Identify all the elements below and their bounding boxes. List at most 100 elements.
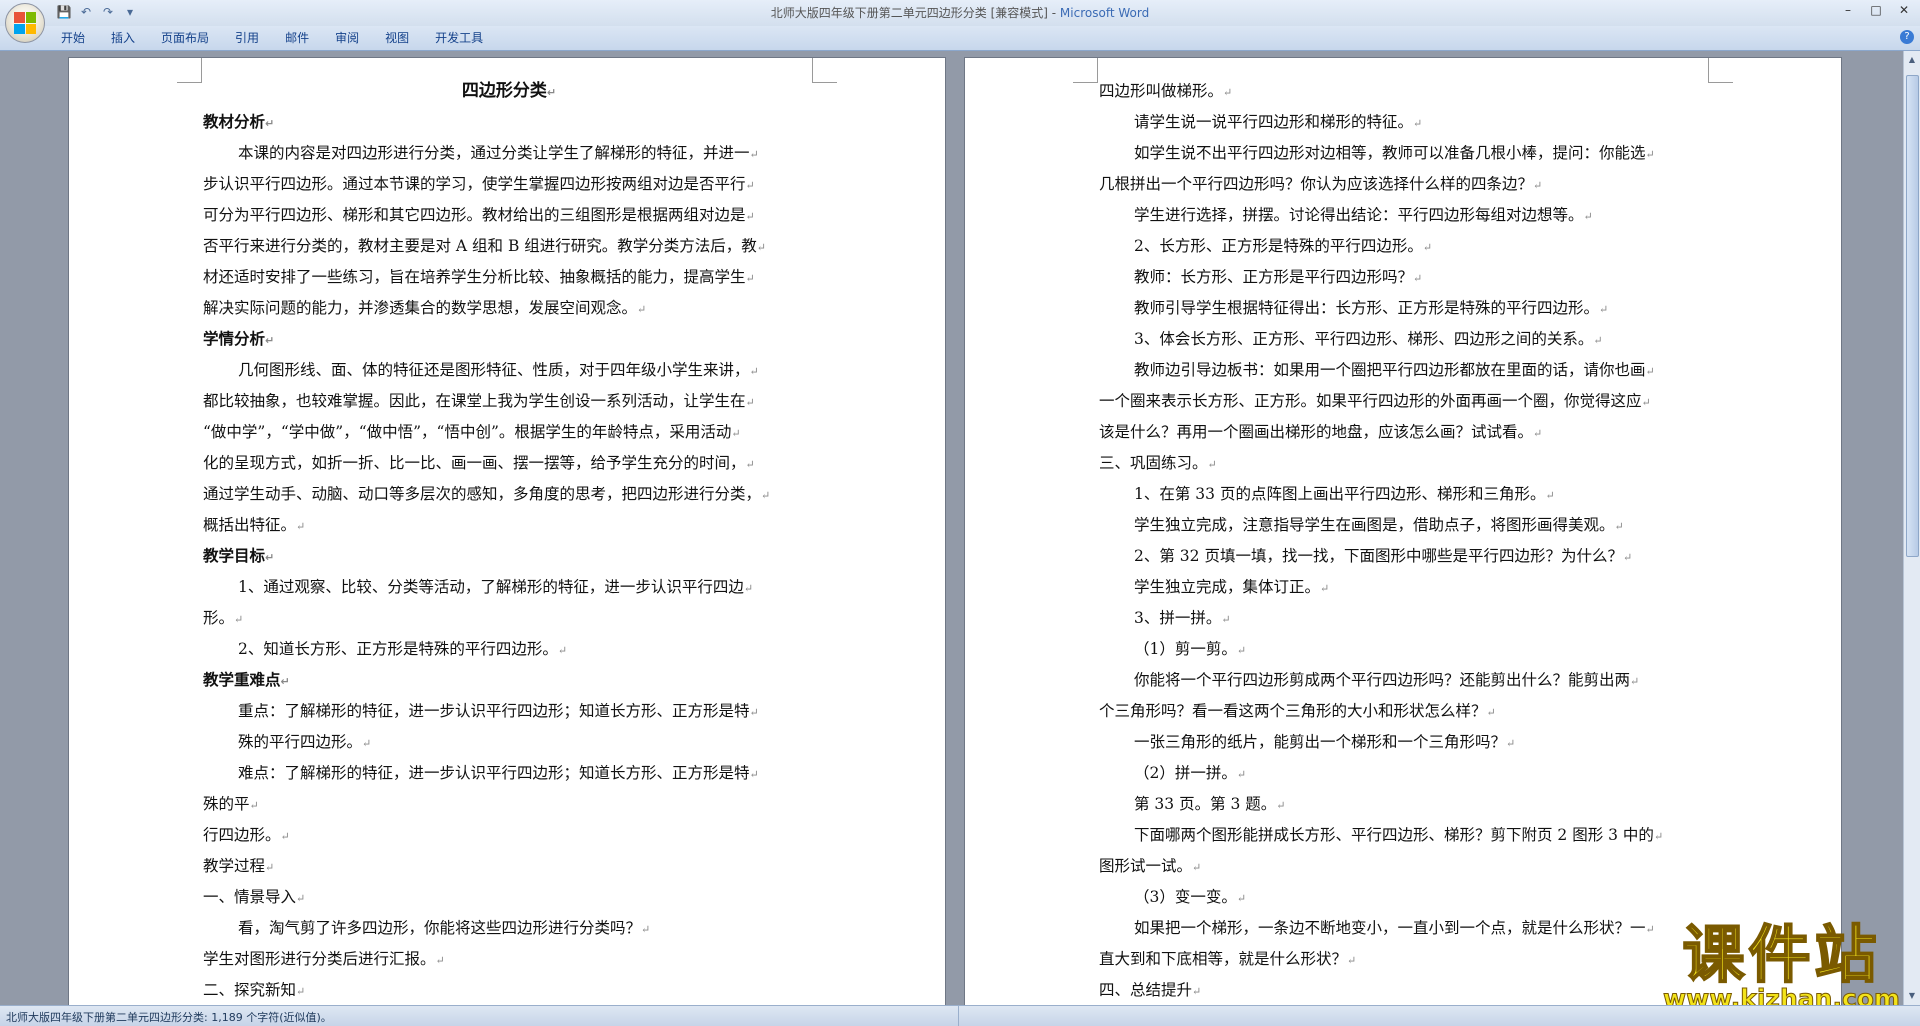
paragraph-line: 1、通过观察、比较、分类等活动，了解梯形的特征，进一步认识平行四边↵ [203, 572, 815, 603]
paragraph-line: 如果把一个梯形，一条边不断地变小，一直小到一个点，就是什么形状？一↵ [1099, 913, 1711, 944]
crop-mark [1708, 58, 1733, 83]
page-left[interactable]: 四边形分类↵ 教材分析↵ 本课的内容是对四边形进行分类，通过分类让学生了解梯形的特… [68, 57, 946, 1005]
document-title: 北师大版四年级下册第二单元四边形分类 [兼容模式] - [770, 6, 1060, 20]
paragraph-mark-icon: ↵ [1236, 768, 1247, 781]
tab-home[interactable]: 开始 [48, 30, 98, 46]
line-text: 解决实际问题的能力，并渗透集合的数学思想，发展空间观念。 [203, 299, 638, 317]
paragraph-line: 二、探究新知↵ [203, 975, 815, 1005]
paragraph-line: 教师引导学生根据特征得出：长方形、正方形是特殊的平行四边形。↵ [1099, 293, 1711, 324]
paragraph-mark-icon: ↵ [1593, 334, 1603, 347]
line-text: 教师引导学生根据特征得出：长方形、正方形是特殊的平行四边形。 [1134, 299, 1600, 317]
paragraph-mark-icon: ↵ [756, 241, 767, 254]
tab-references[interactable]: 引用 [222, 30, 272, 46]
paragraph-mark-icon: ↵ [1413, 117, 1423, 130]
paragraph-mark-icon: ↵ [265, 334, 275, 347]
paragraph-mark-icon: ↵ [637, 303, 647, 316]
line-text: 如果把一个梯形，一条边不断地变小，一直小到一个点，就是什么形状？一 [1134, 919, 1646, 937]
line-text: 形。 [203, 609, 235, 627]
help-icon[interactable]: ? [1900, 30, 1914, 44]
paragraph-mark-icon: ↵ [362, 737, 372, 750]
line-text: 教学重难点 [203, 671, 281, 689]
tab-view[interactable]: 视图 [372, 30, 422, 46]
line-text: （3）变一变。 [1134, 888, 1237, 906]
paragraph-line: 都比较抽象，也较难掌握。因此，在课堂上我为学生创设一系列活动，让学生在↵ [203, 386, 815, 417]
paragraph-line: 步认识平行四边形。通过本节课的学习，使学生掌握四边形按两组对边是否平行↵ [203, 169, 815, 200]
line-text: 第 33 页。第 3 题。 [1134, 795, 1277, 813]
paragraph-line: 四边形叫做梯形。↵ [1099, 76, 1711, 107]
line-text: 3、拼一拼。 [1134, 609, 1222, 627]
line-text: 学生进行选择，拼摆。讨论得出结论：平行四边形每组对边想等。 [1134, 206, 1584, 224]
paragraph-line: 你能将一个平行四边形剪成两个平行四边形吗？还能剪出什么？能剪出两↵ [1099, 665, 1711, 696]
line-text: 请学生说一说平行四边形和梯形的特征。 [1134, 113, 1414, 131]
crop-mark [812, 58, 837, 83]
document-area[interactable]: 四边形分类↵ 教材分析↵ 本课的内容是对四边形进行分类，通过分类让学生了解梯形的特… [0, 51, 1904, 1005]
paragraph-mark-icon: ↵ [745, 179, 755, 192]
minimize-button[interactable]: – [1838, 0, 1858, 20]
status-word-count[interactable]: 北师大版四年级下册第二单元四边形分类: 1,189 个字符(近似值)。 [6, 1009, 332, 1025]
paragraph-mark-icon: ↵ [1630, 675, 1640, 688]
title-bar: 💾 ↶ ↷ ▾ 北师大版四年级下册第二单元四边形分类 [兼容模式] - Micr… [0, 0, 1920, 43]
paragraph-line: 看，淘气剪了许多四边形，你能将这些四边形进行分类吗？↵ [203, 913, 815, 944]
paragraph-line: 材还适时安排了一些练习，旨在培养学生分析比较、抽象概括的能力，提高学生↵ [203, 262, 815, 293]
line-text: 殊的平行四边形。 [238, 733, 363, 751]
paragraph-line: 形。↵ [203, 603, 815, 634]
line-text: 行四边形。 [203, 826, 281, 844]
paragraph-line: 个三角形吗？看一看这两个三角形的大小和形状怎么样？↵ [1099, 696, 1711, 727]
paragraph-mark-icon: ↵ [761, 489, 771, 502]
line-text: 材还适时安排了一些练习，旨在培养学生分析比较、抽象概括的能力，提高学生 [203, 268, 746, 286]
paragraph-line: 第 33 页。第 3 题。↵ [1099, 789, 1711, 820]
scroll-up-icon[interactable]: ▲ [1904, 53, 1920, 67]
left-page-text[interactable]: 四边形分类↵ 教材分析↵ 本课的内容是对四边形进行分类，通过分类让学生了解梯形的特… [203, 76, 815, 1005]
tab-mailings[interactable]: 邮件 [272, 30, 322, 46]
line-text: 学生独立完成，集体订正。 [1134, 578, 1321, 596]
paragraph-mark-icon: ↵ [641, 923, 651, 936]
paragraph-mark-icon: ↵ [1583, 210, 1593, 223]
tab-page-layout[interactable]: 页面布局 [148, 30, 222, 46]
right-page-text[interactable]: 四边形叫做梯形。↵ 请学生说一说平行四边形和梯形的特征。↵ 如学生说不出平行四边形对… [1099, 76, 1711, 1005]
vertical-scrollbar[interactable]: ▲ ▼ [1903, 51, 1920, 1005]
paragraph-mark-icon: ↵ [265, 861, 275, 874]
line-text: 概括出特征。 [203, 516, 297, 534]
paragraph-mark-icon: ↵ [1223, 86, 1233, 99]
line-text: 化的呈现方式，如折一折、比一比、画一画、摆一摆等，给予学生充分的时间， [203, 454, 746, 472]
paragraph-mark-icon: ↵ [296, 892, 306, 905]
maximize-button[interactable]: □ [1866, 0, 1886, 20]
section-heading: 教学目标↵ [203, 541, 815, 572]
ribbon-tabs: 开始 插入 页面布局 引用 邮件 审阅 视图 开发工具 [48, 30, 496, 46]
section-heading: 教学重难点↵ [203, 665, 815, 696]
paragraph-mark-icon: ↵ [749, 706, 759, 719]
paragraph-mark-icon: ↵ [1422, 241, 1433, 254]
paragraph-line: 学生独立完成，集体订正。↵ [1099, 572, 1711, 603]
paragraph-line: 一、情景导入↵ [203, 882, 815, 913]
line-text: 几根拼出一个平行四边形吗？你认为应该选择什么样的四条边？ [1099, 175, 1534, 193]
paragraph-mark-icon: ↵ [1192, 985, 1202, 998]
line-text: 2、长方形、正方形是特殊的平行四边形。 [1134, 237, 1423, 255]
paragraph-mark-icon: ↵ [234, 613, 244, 626]
line-text: 2、第 32 页填一填，找一找，下面图形中哪些是平行四边形？为什么？ [1134, 547, 1623, 565]
paragraph-mark-icon: ↵ [1533, 179, 1543, 192]
office-button[interactable] [5, 3, 45, 43]
paragraph-mark-icon: ↵ [296, 985, 306, 998]
app-name: Microsoft Word [1059, 6, 1150, 20]
paragraph-line: 概括出特征。↵ [203, 510, 815, 541]
tab-developer[interactable]: 开发工具 [422, 30, 496, 46]
close-button[interactable]: ✕ [1894, 0, 1914, 20]
tab-insert[interactable]: 插入 [98, 30, 148, 46]
scroll-thumb[interactable] [1906, 75, 1919, 557]
paragraph-line: 学生独立完成，注意指导学生在画图是，借助点子，将图形画得美观。↵ [1099, 510, 1711, 541]
line-text: 如学生说不出平行四边形对边相等，教师可以准备几根小棒，提问：你能选 [1134, 144, 1646, 162]
paragraph-line: （2）拼一拼。↵ [1099, 758, 1711, 789]
paragraph-mark-icon: ↵ [745, 396, 755, 409]
paragraph-line: 几根拼出一个平行四边形吗？你认为应该选择什么样的四条边？↵ [1099, 169, 1711, 200]
line-text: 学生对图形进行分类后进行汇报。 [203, 950, 436, 968]
window-controls: – □ ✕ [1838, 0, 1914, 20]
tab-review[interactable]: 审阅 [322, 30, 372, 46]
section-heading: 学情分析↵ [203, 324, 815, 355]
paragraph-line: 一张三角形的纸片，能剪出一个梯形和一个三角形吗？↵ [1099, 727, 1711, 758]
scroll-down-icon[interactable]: ▼ [1904, 989, 1920, 1003]
status-divider [958, 1006, 959, 1026]
paragraph-line: 如学生说不出平行四边形对边相等，教师可以准备几根小棒，提问：你能选↵ [1099, 138, 1711, 169]
line-text: 下面哪两个图形能拼成长方形、平行四边形、梯形？剪下附页 2 图形 3 中的 [1134, 826, 1654, 844]
paragraph-mark-icon: ↵ [1645, 148, 1655, 161]
page-right[interactable]: 四边形叫做梯形。↵ 请学生说一说平行四边形和梯形的特征。↵ 如学生说不出平行四边形对… [964, 57, 1842, 1005]
